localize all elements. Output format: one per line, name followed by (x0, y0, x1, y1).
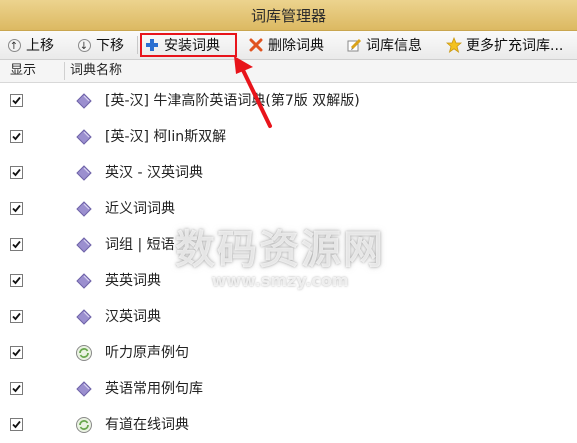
list-item[interactable]: 英汉 - 汉英词典 (0, 155, 577, 191)
move-down-button[interactable]: ↓ 下移 (72, 33, 124, 57)
list-item[interactable]: 汉英词典 (0, 299, 577, 335)
dictionary-name: 英语常用例句库 (105, 381, 203, 397)
list-header: 显示 词典名称 (0, 60, 577, 83)
show-checkbox[interactable] (10, 310, 23, 323)
show-checkbox[interactable] (10, 166, 23, 179)
show-checkbox[interactable] (10, 130, 23, 143)
diamond-book-icon (75, 308, 93, 326)
audio-refresh-icon (75, 344, 93, 362)
edit-pencil-icon (346, 37, 362, 53)
diamond-book-icon (75, 128, 93, 146)
diamond-book-icon (75, 200, 93, 218)
show-checkbox[interactable] (10, 94, 23, 107)
list-item[interactable]: 英英词典 (0, 263, 577, 299)
dictionary-name: [英-汉] 柯lin斯双解 (105, 129, 227, 145)
diamond-book-icon (75, 380, 93, 398)
arrow-up-icon: ↑ (6, 37, 22, 53)
delete-x-icon (248, 37, 264, 53)
audio-refresh-icon (75, 416, 93, 434)
diamond-book-icon (75, 92, 93, 110)
dictionary-name: 词组 | 短语 (105, 237, 175, 253)
diamond-book-icon (75, 272, 93, 290)
arrow-down-icon: ↓ (76, 37, 92, 53)
dictionary-name: 英英词典 (105, 273, 161, 289)
list-item[interactable]: 近义词词典 (0, 191, 577, 227)
column-show[interactable]: 显示 (10, 60, 36, 82)
diamond-book-icon (75, 236, 93, 254)
move-up-button[interactable]: ↑ 上移 (2, 33, 54, 57)
show-checkbox[interactable] (10, 202, 23, 215)
list-item[interactable]: [英-汉] 柯lin斯双解 (0, 119, 577, 155)
show-checkbox[interactable] (10, 274, 23, 287)
list-item[interactable]: 有道在线词典 (0, 407, 577, 443)
plus-icon (144, 37, 160, 53)
show-checkbox[interactable] (10, 418, 23, 431)
dictionary-name: 汉英词典 (105, 309, 161, 325)
list-item[interactable]: 听力原声例句 (0, 335, 577, 371)
more-dictionaries-button[interactable]: 更多扩充词库... (442, 33, 563, 57)
toolbar-separator (137, 36, 138, 54)
column-dictionary-name[interactable]: 词典名称 (70, 60, 122, 82)
show-checkbox[interactable] (10, 346, 23, 359)
toolbar: ↑ 上移 ↓ 下移 安装词典 删除词典 词库信息 更多扩充词库... (0, 31, 577, 60)
dictionary-list: [英-汉] 牛津高阶英语词典(第7版 双解版) [英-汉] 柯lin斯双解 英汉… (0, 83, 577, 439)
star-icon (446, 37, 462, 53)
dictionary-name: 近义词词典 (105, 201, 175, 217)
column-separator (64, 62, 65, 80)
list-item[interactable]: [英-汉] 牛津高阶英语词典(第7版 双解版) (0, 83, 577, 119)
annotation-arrow (234, 56, 272, 128)
list-item[interactable]: 词组 | 短语 (0, 227, 577, 263)
dictionary-name: 听力原声例句 (105, 345, 189, 361)
list-item[interactable]: 英语常用例句库 (0, 371, 577, 407)
show-checkbox[interactable] (10, 382, 23, 395)
dictionary-name: 有道在线词典 (105, 417, 189, 433)
dictionary-info-button[interactable]: 词库信息 (342, 33, 422, 57)
window-title: 词库管理器 (250, 6, 326, 25)
dictionary-name: 英汉 - 汉英词典 (105, 165, 203, 181)
diamond-book-icon (75, 164, 93, 182)
show-checkbox[interactable] (10, 238, 23, 251)
install-dictionary-button[interactable]: 安装词典 (140, 33, 237, 57)
title-bar: 词库管理器 (0, 0, 577, 31)
